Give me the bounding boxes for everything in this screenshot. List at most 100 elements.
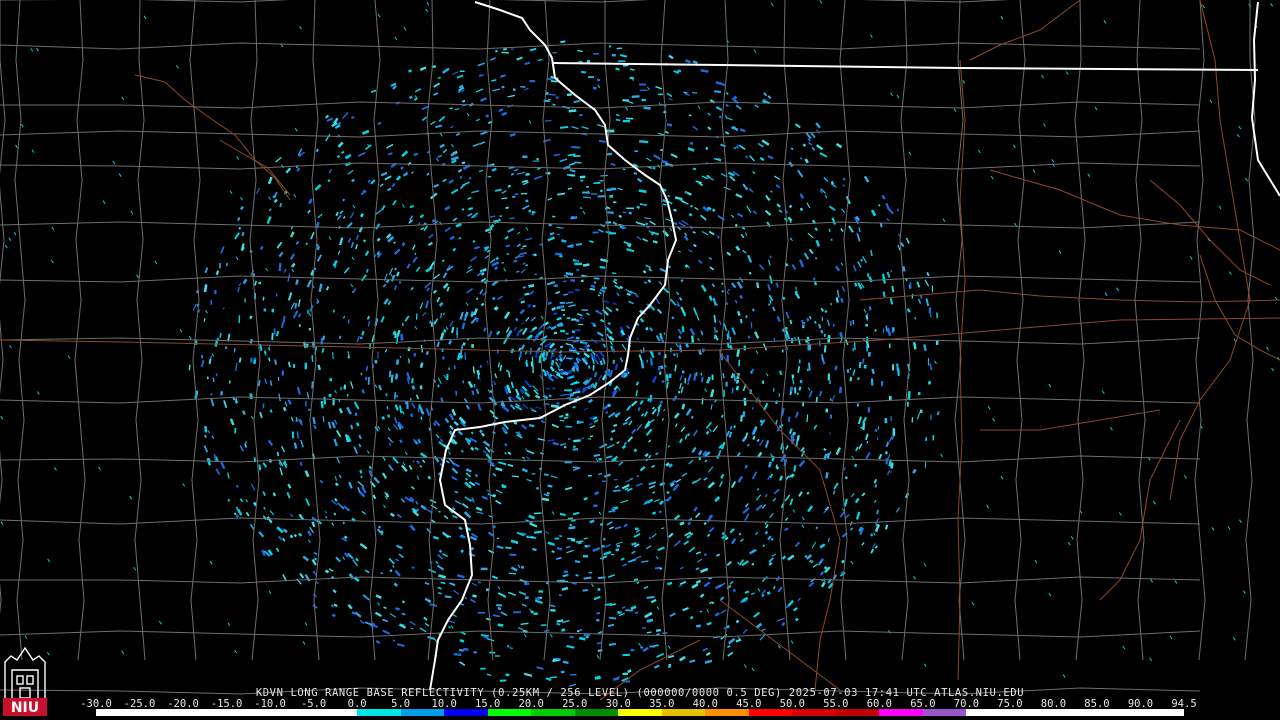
echo-speck	[476, 370, 480, 376]
echo-speck	[559, 415, 564, 418]
echo-speck	[550, 608, 556, 612]
echo-speck	[882, 291, 886, 298]
echo-speck	[458, 237, 462, 240]
echo-speck	[693, 243, 697, 248]
echo-speck	[690, 205, 693, 208]
echo-speck	[536, 157, 539, 161]
echo-speck	[262, 296, 265, 301]
echo-speck	[652, 240, 658, 244]
echo-speck	[592, 323, 597, 328]
echo-speck	[825, 472, 829, 479]
echo-speck	[433, 422, 437, 427]
echo-speck	[458, 649, 464, 652]
echo-speck	[565, 389, 572, 392]
echo-speck	[684, 191, 688, 194]
echo-speck	[860, 258, 863, 262]
echo-speck	[808, 344, 812, 351]
echo-speck	[420, 416, 423, 421]
echo-speck	[721, 414, 724, 418]
echo-speck	[617, 526, 620, 529]
echo-speck	[874, 428, 878, 433]
echo-speck	[313, 267, 317, 271]
echo-speck	[776, 466, 780, 470]
echo-speck	[441, 356, 445, 360]
echo-speck	[578, 323, 584, 326]
echo-speck	[739, 318, 743, 324]
echo-speck	[700, 372, 703, 376]
echo-speck	[762, 544, 765, 547]
echo-speck	[868, 306, 872, 311]
echo-speck	[204, 425, 208, 433]
echo-speck	[547, 98, 551, 101]
echo-speck	[572, 448, 579, 451]
echo-speck	[327, 179, 331, 183]
echo-speck	[408, 69, 412, 73]
echo-speck	[661, 527, 665, 530]
echo-speck	[361, 388, 366, 394]
echo-speck	[475, 297, 479, 300]
echo-speck	[532, 547, 537, 552]
echo-speck	[849, 367, 852, 371]
echo-speck	[480, 302, 485, 307]
echo-speck	[459, 175, 463, 179]
echo-speck	[542, 357, 546, 362]
radar-map[interactable]	[0, 0, 1280, 720]
echo-speck	[775, 464, 778, 469]
echo-speck	[659, 371, 662, 375]
echo-speck	[359, 469, 363, 474]
echo-speck	[236, 506, 239, 511]
echo-speck	[273, 328, 276, 335]
echo-speck	[315, 148, 320, 153]
echo-speck	[316, 300, 319, 304]
echo-speck	[782, 328, 785, 332]
echo-speck	[237, 217, 241, 221]
echo-speck	[241, 246, 245, 250]
echo-speck	[374, 254, 377, 258]
echo-speck	[790, 434, 795, 443]
echo-speck	[750, 322, 753, 329]
echo-speck	[814, 227, 818, 231]
echo-speck	[631, 542, 637, 546]
echo-speck	[289, 534, 294, 539]
echo-speck	[579, 317, 584, 320]
echo-speck	[465, 477, 469, 481]
echo-speck	[579, 207, 583, 209]
echo-speck	[668, 373, 672, 379]
echo-speck	[574, 560, 581, 564]
echo-speck	[726, 333, 729, 340]
echo-speck	[596, 78, 601, 82]
echo-speck	[522, 245, 527, 248]
echo-speck	[646, 595, 655, 599]
echo-speck	[677, 390, 681, 394]
echo-speck	[471, 390, 475, 396]
echo-speck	[756, 282, 760, 289]
echo-speck	[437, 384, 440, 388]
echo-speck	[586, 348, 591, 353]
echo-speck	[631, 95, 640, 98]
echo-speck	[635, 611, 639, 614]
echo-speck	[737, 310, 741, 316]
echo-speck	[678, 335, 682, 339]
echo-speck	[249, 315, 253, 320]
echo-speck	[242, 410, 246, 415]
echo-speck	[595, 309, 600, 314]
echo-speck	[633, 578, 639, 581]
echo-speck	[599, 265, 606, 269]
echo-speck	[589, 287, 596, 291]
echo-speck	[823, 447, 827, 452]
echo-speck	[506, 252, 510, 256]
echo-speck	[486, 489, 490, 492]
echo-speck	[547, 439, 555, 442]
echo-speck	[485, 114, 490, 118]
echo-speck	[479, 429, 483, 434]
echo-speck	[734, 223, 738, 227]
echo-speck	[343, 384, 347, 390]
echo-speck	[401, 242, 406, 247]
echo-speck	[278, 263, 282, 272]
echo-speck	[549, 232, 555, 236]
echo-speck	[650, 232, 654, 236]
echo-speck	[715, 81, 723, 86]
echo-speck	[505, 244, 511, 248]
echo-speck	[580, 179, 584, 182]
echo-speck	[685, 342, 690, 348]
